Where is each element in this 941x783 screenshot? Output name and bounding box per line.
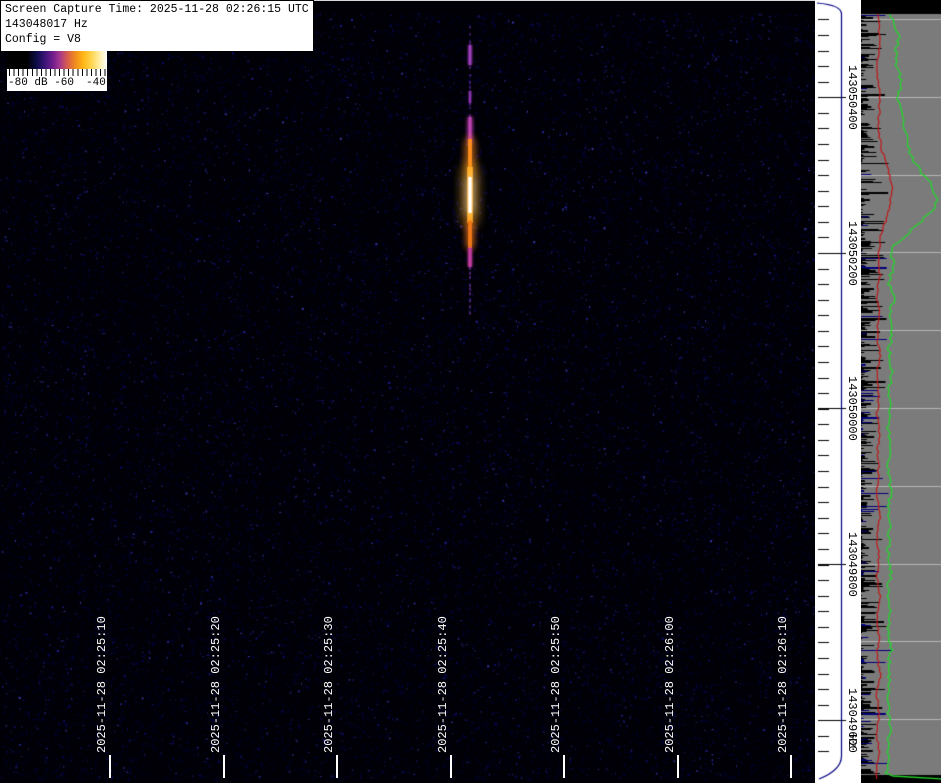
time-tick [677, 755, 679, 778]
freq-unit-label: Hz [845, 734, 859, 748]
legend-scale-labels: -80 dB -60 -40 [7, 76, 107, 90]
capture-time-text: Screen Capture Time: 2025-11-28 02:26:15… [5, 2, 310, 17]
center-frequency-text: 143048017 Hz [5, 17, 310, 32]
time-label: 2025-11-28 02:26:00 [663, 616, 677, 753]
legend-tick-marks [9, 69, 106, 76]
legend-db-label: -40 [86, 76, 106, 90]
time-tick [450, 755, 452, 778]
config-text: Config = V8 [5, 32, 310, 47]
time-label: 2025-11-28 02:26:10 [776, 616, 790, 753]
spectrogram-canvas [0, 1, 815, 783]
info-box: Screen Capture Time: 2025-11-28 02:26:15… [0, 0, 314, 52]
time-tick [790, 755, 792, 778]
time-tick [336, 755, 338, 778]
color-scale-legend: -80 dB -60 -40 [7, 51, 107, 91]
time-label: 2025-11-28 02:25:20 [209, 616, 223, 753]
legend-db-label: -80 dB -60 [8, 76, 74, 90]
freq-label: 143050200 [845, 221, 859, 286]
frequency-axis: 1430504001430502001430500001430498001430… [815, 0, 861, 783]
meteor-scatter-screen-capture: 2025-11-28 02:25:10 2025-11-28 02:25:20 20… [0, 0, 941, 783]
time-label: 2025-11-28 02:25:30 [322, 616, 336, 753]
time-tick [223, 755, 225, 778]
time-label: 2025-11-28 02:25:10 [95, 616, 109, 753]
time-tick [563, 755, 565, 778]
spectrum-canvas [861, 0, 941, 783]
freq-label: 143049800 [845, 532, 859, 597]
live-spectrum-panel [861, 0, 941, 783]
time-label: 2025-11-28 02:25:50 [549, 616, 563, 753]
freq-label: 143050000 [845, 376, 859, 441]
legend-gradient-bar [7, 51, 107, 69]
waterfall-spectrogram: 2025-11-28 02:25:10 2025-11-28 02:25:20 20… [0, 0, 815, 783]
time-tick [109, 755, 111, 778]
freq-label: 143050400 [845, 65, 859, 130]
time-label: 2025-11-28 02:25:40 [436, 616, 450, 753]
